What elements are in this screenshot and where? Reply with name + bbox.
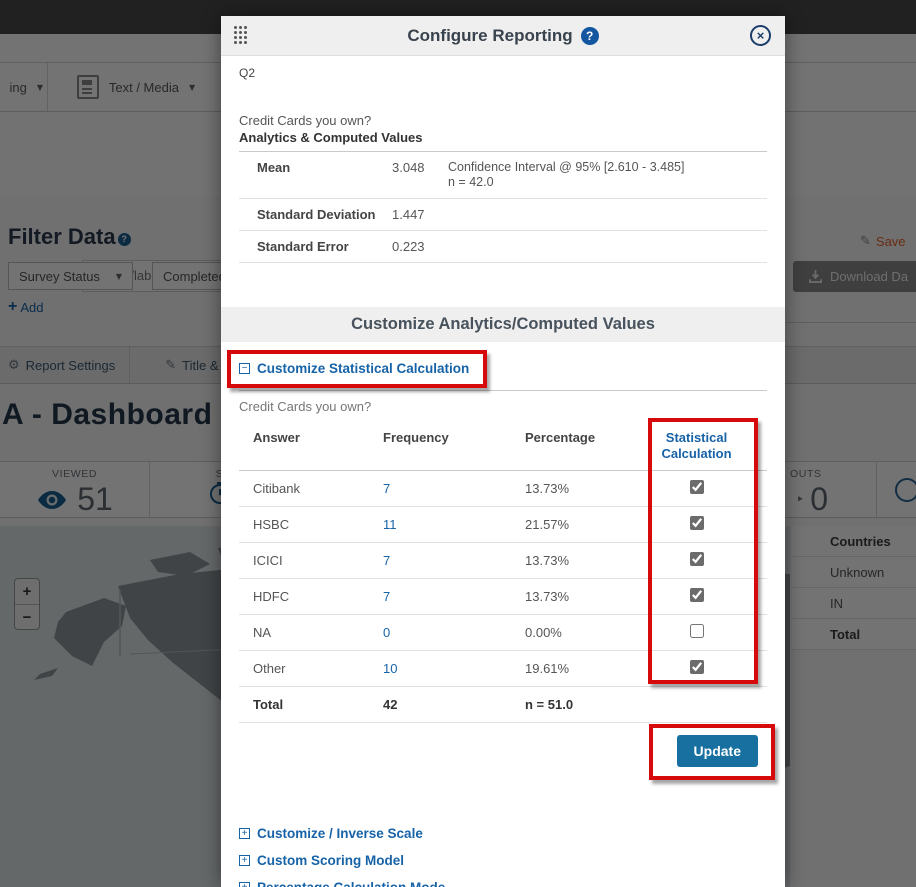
metric-value: 3.048 (392, 160, 448, 190)
answer-cell: Other (239, 651, 369, 687)
update-row: Update (239, 724, 775, 780)
answer-cell: HDFC (239, 579, 369, 615)
col-percentage: Percentage (511, 420, 646, 471)
expand-icon[interactable]: + (239, 882, 250, 887)
custom-scoring-model-link[interactable]: Custom Scoring Model (257, 853, 404, 868)
percentage-cell: 13.73% (511, 471, 646, 507)
metric-label: Standard Error (257, 239, 392, 254)
answer-cell: ICICI (239, 543, 369, 579)
metric-value: 1.447 (392, 207, 448, 222)
annotation-box-statistical-link: − Customize Statistical Calculation (227, 350, 487, 388)
question-text: Credit Cards you own? (239, 399, 767, 414)
percentage-calculation-mode-link[interactable]: Percentage Calculation Mode (257, 880, 445, 887)
col-stat-line1: Statistical (666, 430, 727, 445)
analytics-row: Standard Deviation 1.447 (239, 199, 767, 231)
frequency-link[interactable]: 0 (383, 625, 390, 640)
annotation-box-update: Update (649, 724, 775, 780)
question-code: Q2 (239, 66, 767, 80)
frequency-link[interactable]: 7 (383, 481, 390, 496)
total-frequency: 42 (369, 687, 511, 723)
statistical-calculation-table-wrap: Answer Frequency Percentage Statistical … (239, 420, 767, 723)
total-percentage: n = 51.0 (511, 687, 646, 723)
table-row: HDFC 7 13.73% (239, 579, 767, 615)
stat-calc-checkbox[interactable] (690, 624, 704, 638)
configure-reporting-modal: Configure Reporting ? × Q2 Credit Cards … (221, 16, 785, 887)
customize-statistical-calculation-link[interactable]: Customize Statistical Calculation (257, 361, 469, 376)
table-row: HSBC 11 21.57% (239, 507, 767, 543)
table-row: ICICI 7 13.73% (239, 543, 767, 579)
table-row: Other 10 19.61% (239, 651, 767, 687)
collapse-icon[interactable]: − (239, 363, 250, 374)
frequency-link[interactable]: 7 (383, 553, 390, 568)
stat-calc-checkbox[interactable] (690, 516, 704, 530)
col-stat-line2: Calculation (661, 446, 731, 461)
drag-handle-icon[interactable] (234, 26, 247, 44)
frequency-link[interactable]: 11 (383, 517, 397, 532)
answer-cell: HSBC (239, 507, 369, 543)
col-statistical-calculation: Statistical Calculation (646, 420, 767, 471)
help-icon[interactable]: ? (581, 27, 599, 45)
collapsed-section-link: + Custom Scoring Model (239, 853, 767, 868)
modal-body: Q2 Credit Cards you own? Analytics & Com… (221, 66, 785, 887)
metric-note: Confidence Interval @ 95% [2.610 - 3.485… (448, 160, 767, 190)
collapsed-sections: + Customize / Inverse Scale + Custom Sco… (239, 826, 767, 887)
table-total-row: Total 42 n = 51.0 (239, 687, 767, 723)
percentage-cell: 13.73% (511, 579, 646, 615)
metric-value: 0.223 (392, 239, 448, 254)
answer-cell: NA (239, 615, 369, 651)
table-row: NA 0 0.00% (239, 615, 767, 651)
question-text: Credit Cards you own? (239, 113, 767, 128)
frequency-link[interactable]: 7 (383, 589, 390, 604)
update-button[interactable]: Update (677, 735, 758, 767)
table-header-row: Answer Frequency Percentage Statistical … (239, 420, 767, 471)
stat-calc-checkbox[interactable] (690, 480, 704, 494)
expand-icon[interactable]: + (239, 828, 250, 839)
close-icon[interactable]: × (750, 25, 771, 46)
stat-calc-checkbox[interactable] (690, 660, 704, 674)
modal-title: Configure Reporting (407, 26, 572, 46)
modal-header: Configure Reporting ? × (221, 16, 785, 56)
metric-label: Standard Deviation (257, 207, 392, 222)
table-row: Citibank 7 13.73% (239, 471, 767, 507)
sample-size: n = 42.0 (448, 175, 494, 189)
percentage-cell: 21.57% (511, 507, 646, 543)
page-root: ing ▼ Text / Media ▼ Report Link https:/… (0, 0, 916, 887)
customize-section-heading: Customize Analytics/Computed Values (221, 307, 785, 342)
statistical-calculation-table: Answer Frequency Percentage Statistical … (239, 420, 767, 723)
percentage-cell: 0.00% (511, 615, 646, 651)
answer-cell: Citibank (239, 471, 369, 507)
percentage-cell: 19.61% (511, 651, 646, 687)
frequency-link[interactable]: 10 (383, 661, 397, 676)
analytics-row: Mean 3.048 Confidence Interval @ 95% [2.… (239, 152, 767, 199)
col-answer: Answer (239, 420, 369, 471)
stat-calc-checkbox[interactable] (690, 588, 704, 602)
analytics-heading: Analytics & Computed Values (239, 130, 767, 145)
collapsed-section-link: + Customize / Inverse Scale (239, 826, 767, 841)
metric-label: Mean (257, 160, 392, 190)
customize-inverse-scale-link[interactable]: Customize / Inverse Scale (257, 826, 423, 841)
percentage-cell: 13.73% (511, 543, 646, 579)
total-label: Total (239, 687, 369, 723)
stat-calc-checkbox[interactable] (690, 552, 704, 566)
analytics-table: Mean 3.048 Confidence Interval @ 95% [2.… (239, 151, 767, 263)
col-frequency: Frequency (369, 420, 511, 471)
collapsed-section-link: + Percentage Calculation Mode (239, 880, 767, 887)
divider (239, 390, 767, 391)
analytics-row: Standard Error 0.223 (239, 231, 767, 263)
confidence-interval: Confidence Interval @ 95% [2.610 - 3.485… (448, 160, 684, 174)
expand-icon[interactable]: + (239, 855, 250, 866)
